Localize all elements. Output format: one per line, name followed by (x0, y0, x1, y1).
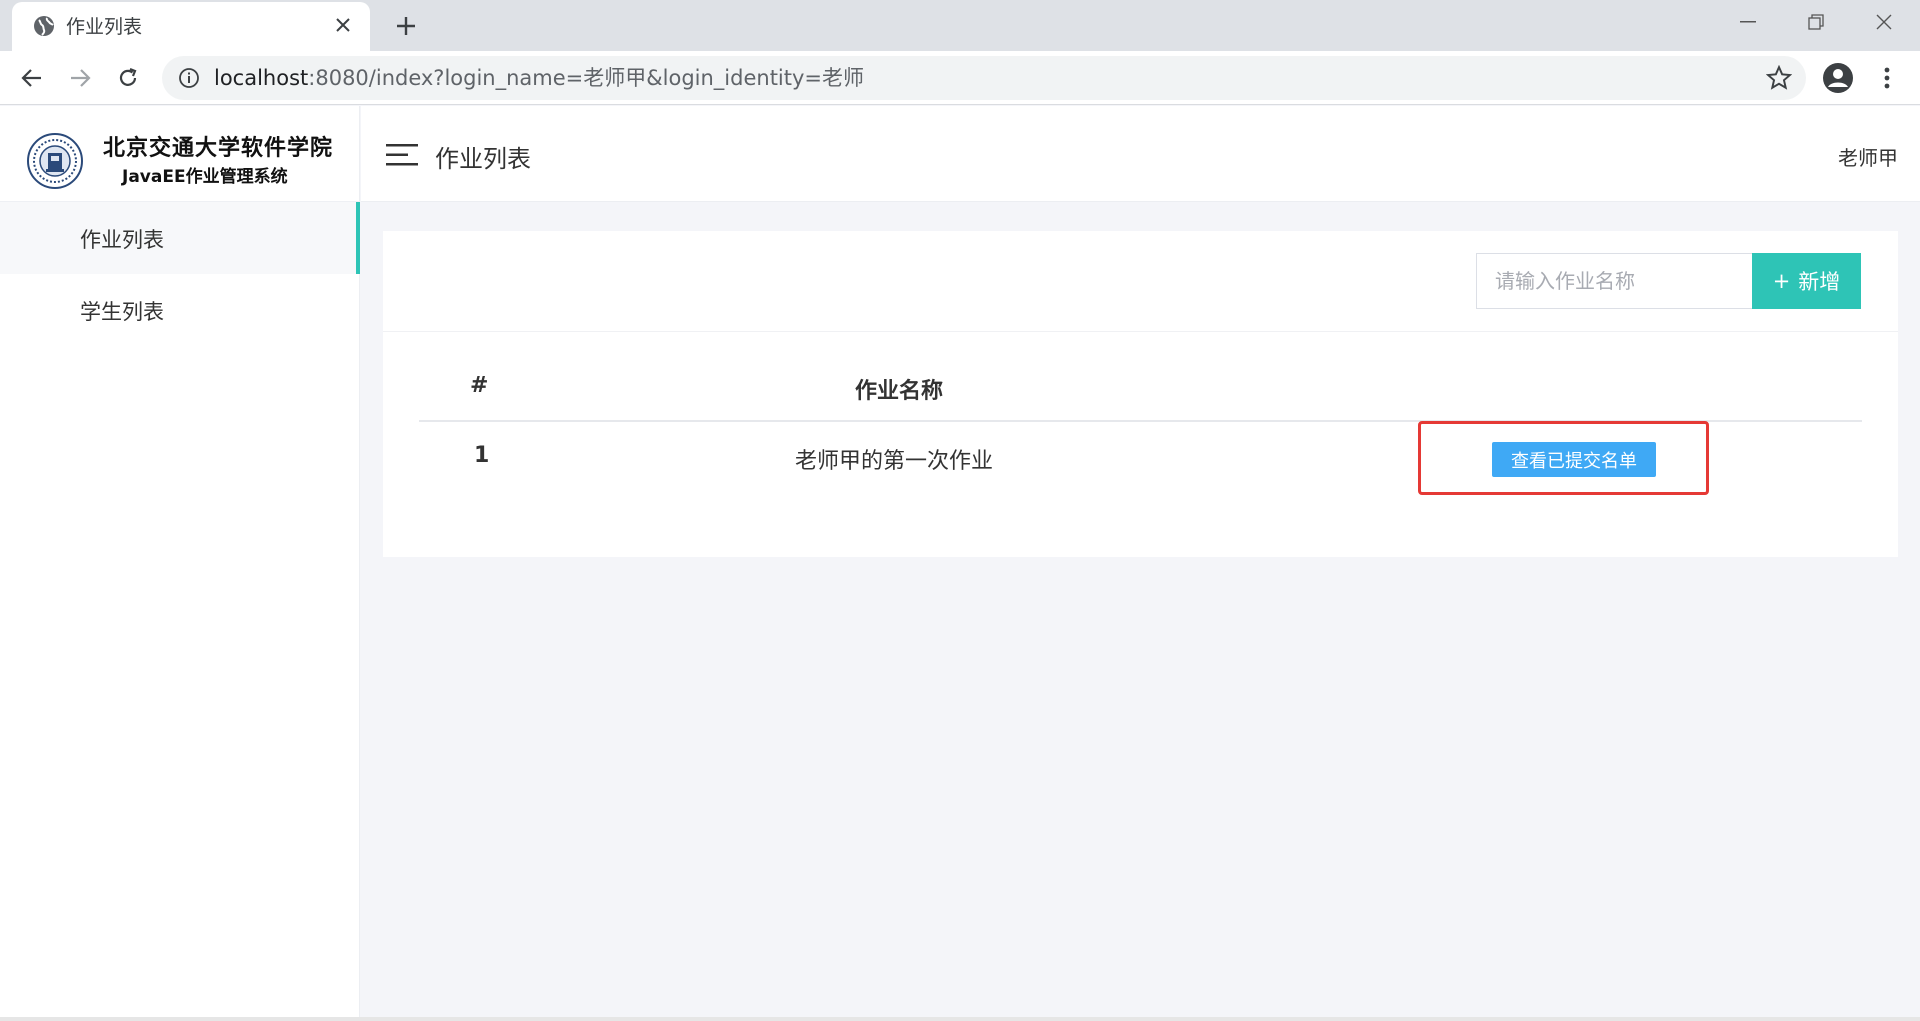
hamburger-menu-icon[interactable] (386, 142, 418, 168)
browser-toolbar: localhost:8080/index?login_name=老师甲&logi… (0, 51, 1920, 105)
url-text[interactable]: localhost:8080/index?login_name=老师甲&logi… (214, 65, 864, 91)
logo-subtitle: JavaEE作业管理系统 (122, 167, 288, 187)
restore-icon[interactable] (1782, 0, 1850, 44)
profile-avatar-icon[interactable] (1821, 61, 1855, 95)
sidebar-item-label: 作业列表 (80, 228, 164, 252)
logo-area: 北京交通大学软件学院 JavaEE作业管理系统 (0, 106, 360, 202)
info-icon[interactable] (178, 67, 200, 89)
browser-tab-bar: 作业列表 (0, 0, 1920, 51)
back-arrow-icon[interactable] (13, 59, 51, 97)
add-assignment-button[interactable]: + 新增 (1752, 253, 1861, 309)
sidebar: 北京交通大学软件学院 JavaEE作业管理系统 作业列表 学生列表 (0, 106, 360, 1018)
card-toolbar: + 新增 (383, 231, 1898, 332)
address-bar[interactable]: localhost:8080/index?login_name=老师甲&logi… (162, 56, 1806, 100)
tab-title: 作业列表 (66, 16, 143, 38)
close-window-icon[interactable] (1850, 0, 1918, 44)
add-button-label: 新增 (1798, 270, 1841, 294)
url-host: localhost (214, 66, 309, 90)
globe-icon (34, 16, 54, 36)
university-emblem-icon (27, 133, 83, 189)
plus-icon: + (1772, 269, 1791, 293)
sidebar-item-assignment-list[interactable]: 作业列表 (0, 202, 360, 274)
minimize-icon[interactable] (1714, 0, 1782, 44)
url-path: :8080/index?login_name=老师甲&login_identit… (308, 66, 865, 90)
close-tab-icon[interactable] (330, 12, 356, 38)
row-index: 1 (474, 443, 490, 468)
column-header-assignment-name: 作业名称 (855, 379, 944, 404)
browser-menu-icon[interactable] (1872, 63, 1902, 93)
assignment-list-card: + 新增 # 作业名称 1 老师甲的第一次作业 查看已提交名单 (383, 231, 1898, 557)
page-title: 作业列表 (435, 145, 531, 173)
reload-icon[interactable] (109, 59, 147, 97)
forward-arrow-icon[interactable] (61, 59, 99, 97)
sidebar-item-label: 学生列表 (80, 300, 164, 324)
app-header: 作业列表 老师甲 (361, 106, 1920, 202)
browser-tab[interactable]: 作业列表 (12, 2, 370, 51)
new-tab-plus-icon[interactable] (388, 8, 424, 44)
logo-title: 北京交通大学软件学院 (103, 136, 334, 161)
table-row: 1 老师甲的第一次作业 查看已提交名单 (419, 422, 1862, 494)
column-header-index: # (470, 373, 489, 398)
row-assignment-name: 老师甲的第一次作业 (795, 449, 994, 474)
bookmark-star-icon[interactable] (1766, 65, 1792, 91)
current-user-name[interactable]: 老师甲 (1838, 142, 1898, 171)
assignment-search-input[interactable] (1476, 253, 1756, 309)
view-submissions-button[interactable]: 查看已提交名单 (1492, 442, 1656, 477)
sidebar-item-student-list[interactable]: 学生列表 (0, 274, 360, 346)
window-bottom-edge (0, 1017, 1920, 1021)
table-header-row: # 作业名称 (419, 351, 1862, 422)
